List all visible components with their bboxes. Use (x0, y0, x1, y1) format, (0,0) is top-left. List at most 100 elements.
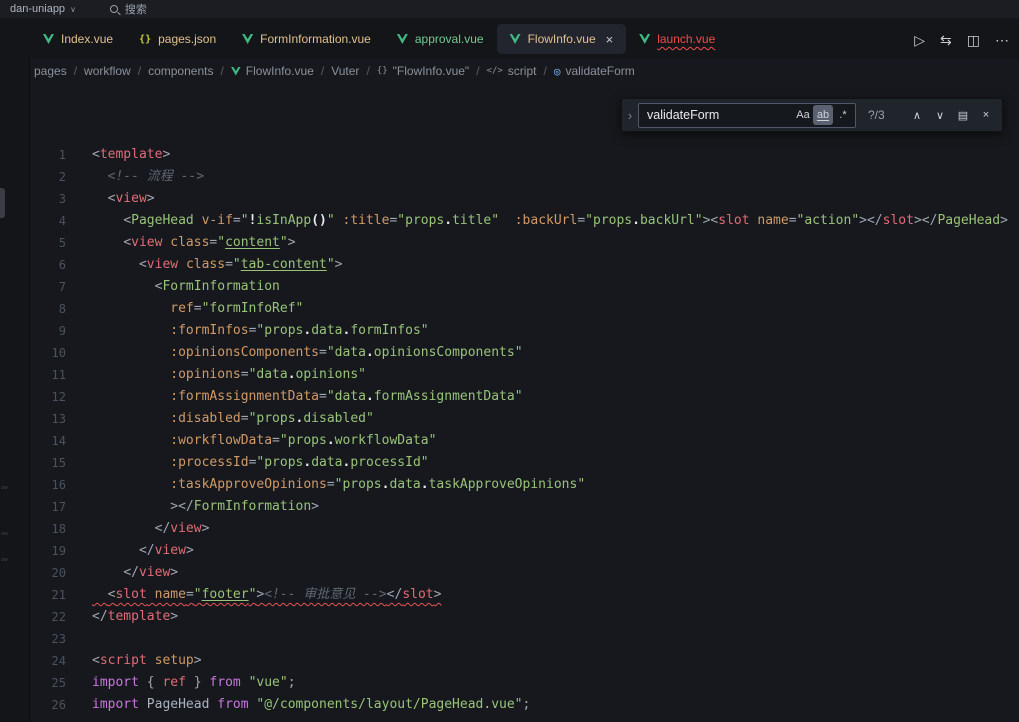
vue-file-icon (397, 34, 408, 44)
code-line[interactable]: 3 <view> (30, 188, 1019, 210)
strip-mark (1, 558, 8, 561)
code-line[interactable]: 5 <view class="content"> (30, 232, 1019, 254)
editor[interactable]: 1<template>2 <!-- 流程 -->3 <view>4 <PageH… (0, 84, 1019, 722)
code-lines[interactable]: 1<template>2 <!-- 流程 -->3 <view>4 <PageH… (30, 84, 1019, 722)
run-button[interactable]: ▷ (914, 32, 925, 49)
code-line[interactable]: 13 :disabled="props.disabled" (30, 408, 1019, 430)
tab-pages.json[interactable]: {}pages.json (126, 24, 229, 54)
strip-mark (1, 532, 8, 535)
code-line[interactable]: 4 <PageHead v-if="!isInApp()" :title="pr… (30, 210, 1019, 232)
line-number: 26 (30, 694, 66, 716)
breadcrumb-item-Vuter[interactable]: Vuter (331, 64, 359, 78)
code-line[interactable]: 2 <!-- 流程 --> (30, 166, 1019, 188)
breadcrumb-item--FlowInfo-vue-[interactable]: {} "FlowInfo.vue" (377, 64, 469, 78)
line-number: 25 (30, 672, 66, 694)
code-line[interactable]: 1<template> (30, 144, 1019, 166)
code-icon: </> (487, 66, 503, 76)
more-actions-button[interactable]: ⋯ (995, 32, 1009, 49)
title-bar: dan-uniapp ∨ 搜索 (0, 0, 1019, 18)
code-line[interactable]: 11 :opinions="data.opinions" (30, 364, 1019, 386)
code-line[interactable]: 7 <FormInformation (30, 276, 1019, 298)
find-widget: › Aa ab .* ?/3 ∧ ∨ ▤ × (621, 98, 1003, 132)
breadcrumb-item-script[interactable]: </>script (487, 64, 537, 78)
find-results-count: ?/3 (868, 108, 894, 122)
breadcrumb-label: workflow (84, 64, 131, 78)
line-number: 5 (30, 232, 66, 254)
code-line[interactable]: 19 </view> (30, 540, 1019, 562)
split-editor-button[interactable]: ◫ (967, 32, 980, 49)
breadcrumb-separator: / (74, 64, 77, 78)
project-name: dan-uniapp (10, 3, 65, 15)
code-line[interactable]: 12 :formAssignmentData="data.formAssignm… (30, 386, 1019, 408)
open-changes-button[interactable]: ⇆ (940, 32, 952, 49)
line-number: 23 (30, 628, 66, 650)
code-line[interactable]: 26import PageHead from "@/components/lay… (30, 694, 1019, 716)
code-line-content: <view> (92, 188, 155, 210)
activity-strip-indicator (0, 188, 5, 218)
code-line-content: :formAssignmentData="data.formAssignment… (92, 386, 523, 408)
find-in-selection-button[interactable]: ▤ (953, 104, 973, 126)
line-number: 4 (30, 210, 66, 232)
code-line[interactable]: 23 (30, 628, 1019, 650)
vue-file-icon (510, 34, 521, 44)
code-line[interactable]: 22</template> (30, 606, 1019, 628)
code-line[interactable]: 6 <view class="tab-content"> (30, 254, 1019, 276)
code-line[interactable]: 9 :formInfos="props.data.formInfos" (30, 320, 1019, 342)
tab-label: Index.vue (61, 32, 113, 46)
previous-match-button[interactable]: ∧ (907, 104, 927, 126)
code-line[interactable]: 17 ></FormInformation> (30, 496, 1019, 518)
activity-strip (0, 18, 30, 722)
global-search-button[interactable]: 搜索 (110, 1, 147, 17)
code-line[interactable]: 20 </view> (30, 562, 1019, 584)
close-tab-icon[interactable]: × (606, 33, 614, 46)
code-line[interactable]: 15 :processId="props.data.processId" (30, 452, 1019, 474)
code-line[interactable]: 10 :opinionsComponents="data.opinionsCom… (30, 342, 1019, 364)
code-line[interactable]: 16 :taskApproveOpinions="props.data.task… (30, 474, 1019, 496)
line-number: 21 (30, 584, 66, 606)
code-line-content: :disabled="props.disabled" (92, 408, 374, 430)
code-line[interactable]: 21 <slot name="footer"><!-- 审批意见 --></sl… (30, 584, 1019, 606)
code-line[interactable]: 8 ref="formInfoRef" (30, 298, 1019, 320)
breadcrumb-separator: / (220, 64, 223, 78)
match-case-toggle[interactable]: Aa (793, 105, 813, 125)
find-input-wrap: Aa ab .* (638, 103, 856, 128)
code-line-content: <view class="tab-content"> (92, 254, 342, 276)
tab-launch.vue[interactable]: launch.vue (626, 24, 728, 54)
breadcrumb-item-validateForm[interactable]: ◎validateForm (554, 64, 635, 78)
tab-label: pages.json (158, 32, 216, 46)
line-number: 11 (30, 364, 66, 386)
toggle-replace-button[interactable]: › (622, 108, 638, 123)
next-match-button[interactable]: ∨ (930, 104, 950, 126)
code-line-content: :opinions="data.opinions" (92, 364, 366, 386)
line-number: 19 (30, 540, 66, 562)
code-line-content: <view class="content"> (92, 232, 296, 254)
line-number: 17 (30, 496, 66, 518)
line-number: 10 (30, 342, 66, 364)
breadcrumb-item-components[interactable]: components (148, 64, 213, 78)
breadcrumb-label: "FlowInfo.vue" (393, 64, 470, 78)
code-line[interactable]: 24<script setup> (30, 650, 1019, 672)
project-switcher[interactable]: dan-uniapp ∨ (10, 3, 76, 15)
tab-label: approval.vue (415, 32, 484, 46)
breadcrumb: pages/workflow/components/FlowInfo.vue/V… (0, 58, 1019, 84)
search-label: 搜索 (125, 1, 147, 17)
code-line[interactable]: 18 </view> (30, 518, 1019, 540)
code-line-content: <PageHead v-if="!isInApp()" :title="prop… (92, 210, 1008, 232)
whole-word-toggle[interactable]: ab (813, 105, 833, 125)
tab-FormInformation.vue[interactable]: FormInformation.vue (229, 24, 384, 54)
tab-Index.vue[interactable]: Index.vue (30, 24, 126, 54)
vue-file-icon (242, 34, 253, 44)
breadcrumb-item-workflow[interactable]: workflow (84, 64, 131, 78)
line-number: 6 (30, 254, 66, 276)
braces-icon: {} (377, 66, 388, 76)
tab-approval.vue[interactable]: approval.vue (384, 24, 497, 54)
tab-FlowInfo.vue[interactable]: FlowInfo.vue× (497, 24, 627, 54)
find-input[interactable] (647, 108, 793, 122)
regex-toggle[interactable]: .* (833, 105, 853, 125)
code-line[interactable]: 14 :workflowData="props.workflowData" (30, 430, 1019, 452)
strip-mark (1, 486, 8, 489)
code-line[interactable]: 25import { ref } from "vue"; (30, 672, 1019, 694)
close-find-button[interactable]: × (976, 104, 996, 126)
breadcrumb-item-pages[interactable]: pages (34, 64, 67, 78)
breadcrumb-item-FlowInfo-vue[interactable]: FlowInfo.vue (231, 64, 314, 78)
